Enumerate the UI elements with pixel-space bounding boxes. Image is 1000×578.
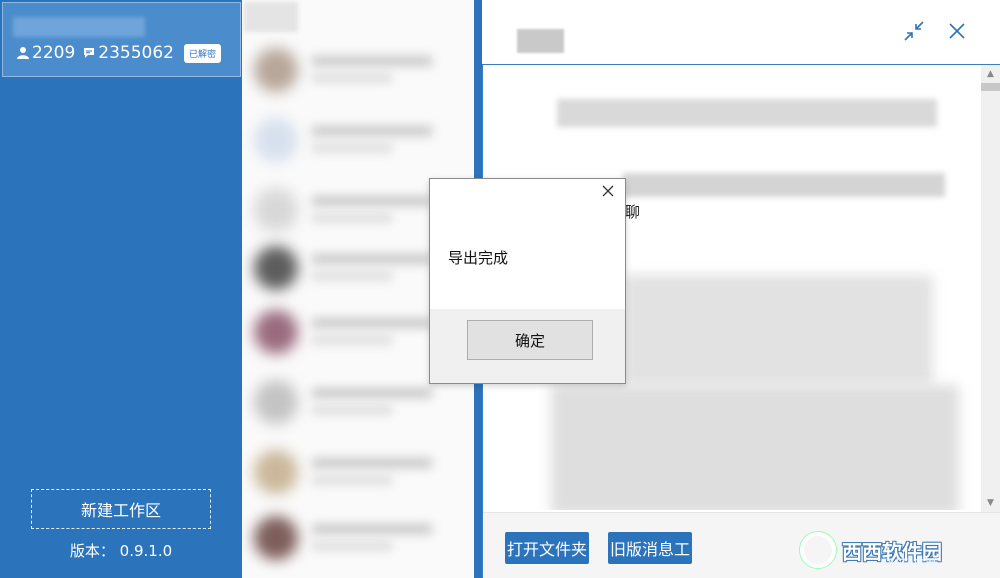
list-item[interactable] — [242, 436, 475, 506]
user-icon — [17, 47, 29, 59]
chat-bubble-icon — [84, 48, 95, 58]
chat-text: 聊 — [625, 203, 641, 221]
ok-button[interactable]: 确定 — [467, 320, 593, 360]
list-item-preview-blurred — [312, 336, 392, 344]
list-item-preview-blurred — [312, 542, 392, 550]
avatar — [254, 310, 298, 354]
account-name-blurred — [13, 17, 145, 37]
vertical-scrollbar[interactable]: ▲ ▼ — [981, 65, 1000, 512]
export-complete-dialog: 导出完成 确定 — [429, 178, 626, 384]
avatar — [254, 380, 298, 424]
avatar — [254, 48, 298, 92]
list-item[interactable] — [242, 502, 475, 572]
watermark-logo: 西西软件园 CR173.COM — [800, 532, 942, 568]
list-item-title-blurred — [312, 524, 432, 534]
avatar — [254, 516, 298, 560]
list-item-preview-blurred — [312, 144, 392, 152]
account-stats: 2209 2355062 已解密 — [17, 43, 221, 63]
scroll-down-icon[interactable]: ▼ — [986, 499, 995, 508]
version-label: 版本： — [69, 542, 115, 560]
list-item-preview-blurred — [312, 272, 392, 280]
open-folder-button[interactable]: 打开文件夹 — [505, 532, 589, 564]
content-blurred — [557, 99, 937, 127]
dialog-close-button[interactable] — [601, 183, 615, 197]
avatar — [254, 450, 298, 494]
list-item[interactable] — [242, 104, 475, 174]
scroll-thumb[interactable] — [981, 83, 1000, 91]
account-card[interactable]: 2209 2355062 已解密 — [2, 2, 241, 77]
version-value: 0.9.1.0 — [119, 542, 173, 560]
list-item-title-blurred — [312, 458, 432, 468]
new-workspace-button[interactable]: 新建工作区 — [31, 489, 211, 529]
collapse-icon — [904, 21, 924, 41]
list-item-preview-blurred — [312, 476, 392, 484]
list-item-title-blurred — [312, 56, 432, 66]
contacts-count: 2209 — [32, 43, 76, 63]
watermark-subtext: CR173.COM — [882, 558, 936, 568]
avatar — [254, 246, 298, 290]
panel-title-blurred — [517, 29, 564, 53]
close-icon — [602, 185, 614, 197]
messages-count: 2355062 — [98, 43, 174, 63]
list-header-blurred — [244, 2, 298, 32]
old-version-tool-button[interactable]: 旧版消息工 — [608, 532, 692, 564]
content-blurred — [623, 173, 945, 197]
content-blurred — [623, 275, 933, 385]
dialog-button-area: 确定 — [430, 309, 625, 383]
avatar — [254, 188, 298, 232]
list-item-title-blurred — [312, 318, 432, 328]
scroll-up-icon[interactable]: ▲ — [986, 70, 995, 79]
close-icon — [949, 23, 965, 39]
list-item-title-blurred — [312, 254, 432, 264]
watermark-logo-icon — [800, 532, 836, 568]
list-item-title-blurred — [312, 126, 432, 136]
list-item-title-blurred — [312, 388, 432, 398]
sidebar: 2209 2355062 已解密 新建工作区 版本： 0.9.1.0 — [0, 0, 242, 578]
close-panel-button[interactable] — [946, 20, 968, 42]
list-item-preview-blurred — [312, 74, 392, 82]
version-info: 版本： 0.9.1.0 — [0, 540, 242, 561]
collapse-button[interactable] — [903, 20, 925, 42]
dialog-message: 导出完成 — [448, 249, 509, 267]
list-item-preview-blurred — [312, 406, 392, 414]
list-item-preview-blurred — [312, 214, 392, 222]
decrypt-status-badge: 已解密 — [183, 43, 221, 63]
list-item-title-blurred — [312, 196, 432, 206]
list-item[interactable] — [242, 34, 475, 104]
avatar — [254, 118, 298, 162]
content-blurred — [551, 385, 959, 510]
